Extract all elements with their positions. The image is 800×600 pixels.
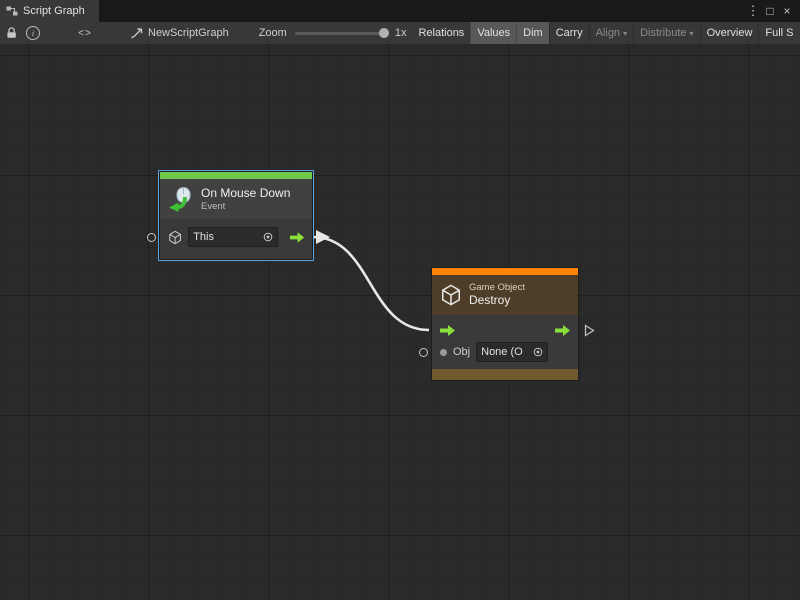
graph-breadcrumb[interactable]: NewScriptGraph <box>130 27 229 39</box>
obj-input-port[interactable] <box>419 348 428 357</box>
unity-script-graph-window: { "window": { "tab": { "title": "Script … <box>0 0 800 600</box>
tab-title: Script Graph <box>23 5 85 17</box>
code-view-icon[interactable]: <> <box>74 22 96 44</box>
align-button[interactable]: Align ▾ <box>589 22 633 44</box>
flow-continue-port[interactable] <box>584 324 595 337</box>
event-node[interactable]: On Mouse Down Event This <box>160 172 312 259</box>
graph-name: NewScriptGraph <box>148 27 229 39</box>
zoom-label: Zoom <box>259 27 287 39</box>
node-subtitle: Event <box>201 201 290 213</box>
close-icon[interactable]: × <box>779 2 795 20</box>
flow-output-arrow[interactable] <box>555 325 570 336</box>
node-body: Obj None (O <box>432 315 578 369</box>
node-header[interactable]: On Mouse Down Event <box>160 179 312 219</box>
param-label: Obj <box>453 346 470 358</box>
obj-field[interactable]: None (O <box>476 342 548 362</box>
graph-asset-icon <box>130 28 143 39</box>
graph-toolbar: i <> NewScriptGraph Zoom 1x Relations Va… <box>0 22 800 45</box>
object-picker-icon[interactable] <box>533 347 543 357</box>
carry-button[interactable]: Carry <box>549 22 589 44</box>
node-footer-strip <box>432 369 578 380</box>
relations-button[interactable]: Relations <box>412 22 470 44</box>
connection-wire[interactable] <box>0 44 800 600</box>
target-field[interactable]: This <box>188 227 278 247</box>
value-port-dot[interactable] <box>440 349 447 356</box>
flow-input-arrow[interactable] <box>440 325 455 336</box>
graph-canvas[interactable]: On Mouse Down Event This <box>0 44 800 600</box>
zoom-control: Zoom 1x <box>259 27 407 39</box>
object-picker-icon[interactable] <box>263 232 273 242</box>
chevron-down-icon: ▾ <box>690 30 694 38</box>
node-accent-strip <box>160 172 312 179</box>
fullscreen-button[interactable]: Full S <box>758 22 799 44</box>
destroy-node[interactable]: Game Object Destroy Obj None (O <box>432 268 578 380</box>
values-button[interactable]: Values <box>470 22 516 44</box>
lock-icon[interactable] <box>0 22 22 44</box>
zoom-knob[interactable] <box>379 28 389 38</box>
script-graph-icon <box>6 5 18 17</box>
overview-button[interactable]: Overview <box>700 22 759 44</box>
flow-output-arrow[interactable] <box>290 232 304 243</box>
zoom-value: 1x <box>395 27 407 39</box>
node-header[interactable]: Game Object Destroy <box>432 275 578 315</box>
node-category: Game Object <box>469 282 525 294</box>
info-icon[interactable]: i <box>22 22 44 44</box>
tab-bar: Script Graph ⋮ □ × <box>0 0 800 22</box>
gameobject-cube-icon <box>440 284 462 306</box>
window-controls: ⋮ □ × <box>745 0 800 22</box>
distribute-button[interactable]: Distribute ▾ <box>633 22 699 44</box>
menu-icon[interactable]: ⋮ <box>745 2 761 20</box>
zoom-slider[interactable] <box>295 32 387 35</box>
node-accent-strip <box>432 268 578 275</box>
node-title: Destroy <box>469 293 525 308</box>
maximize-icon[interactable]: □ <box>762 2 778 20</box>
toolbar-buttons: Relations Values Dim Carry Align ▾ Distr… <box>412 22 799 44</box>
event-input-port[interactable] <box>147 233 156 242</box>
mouse-event-icon <box>168 186 194 212</box>
gameobject-cube-icon <box>168 230 182 245</box>
dim-button[interactable]: Dim <box>516 22 549 44</box>
node-title: On Mouse Down <box>201 186 290 201</box>
tab-script-graph[interactable]: Script Graph <box>0 0 99 22</box>
chevron-down-icon: ▾ <box>623 30 627 38</box>
node-body: This <box>160 219 312 259</box>
